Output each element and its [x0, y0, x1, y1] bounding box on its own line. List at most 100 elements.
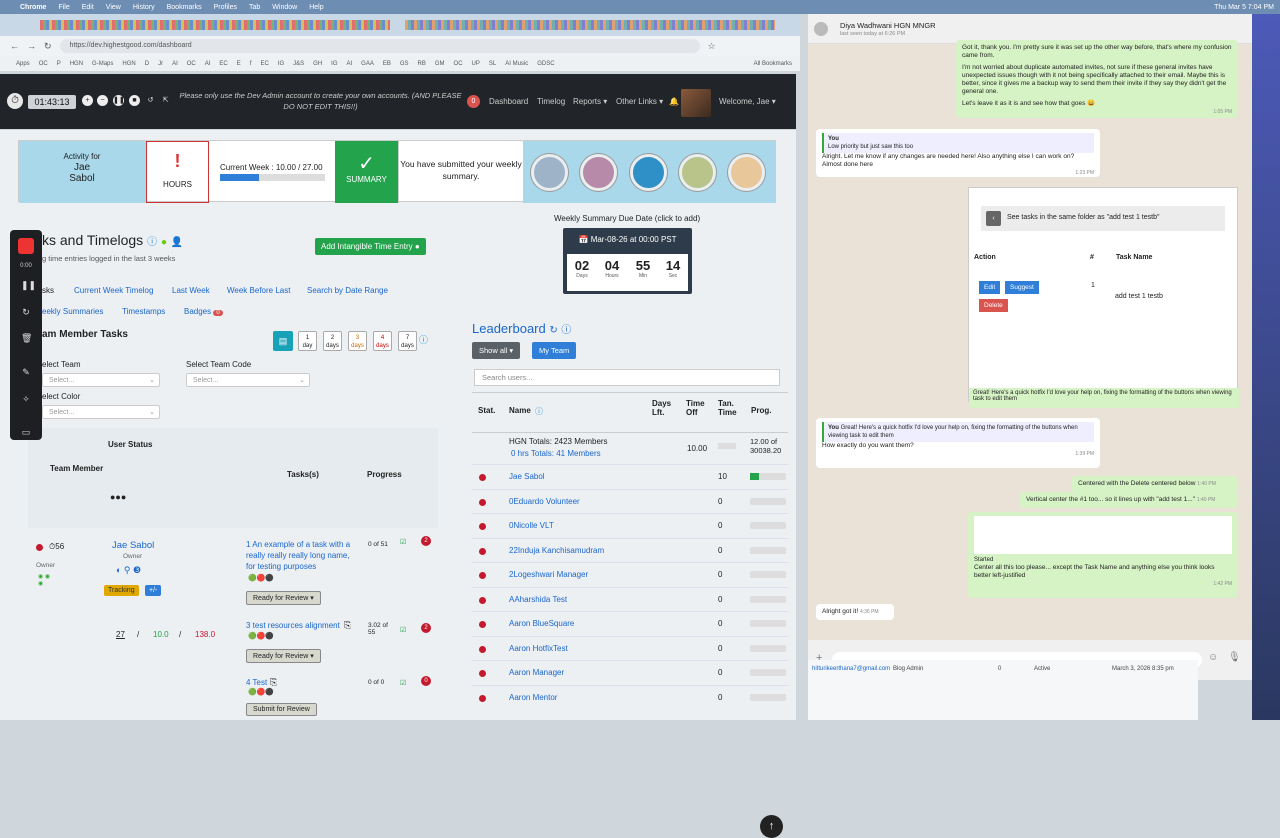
notification-count[interactable]: 0 — [467, 95, 480, 108]
my-team-button[interactable]: My Team — [532, 342, 577, 359]
leaderboard-member-link[interactable]: Aaron BlueSquare — [509, 619, 574, 628]
menubar-window[interactable]: Window — [272, 4, 297, 11]
timer-add-icon[interactable]: + — [82, 95, 93, 106]
badge-laurel-icon[interactable] — [679, 154, 716, 191]
nav-welcome[interactable]: Welcome, Jae ▾ — [719, 97, 776, 106]
bookmark-item[interactable]: IG — [331, 61, 337, 67]
task-status-icons[interactable]: 🟢🔴⚫ — [248, 688, 274, 696]
url-field[interactable]: https://dev.highestgood.com/dashboard — [59, 39, 700, 53]
camera-icon[interactable]: ▭ — [21, 427, 31, 437]
submit-for-review-button[interactable]: Submit for Review — [246, 703, 317, 716]
task-link-1[interactable]: 1 An example of a task with a really rea… — [246, 539, 356, 572]
timer-pause-icon[interactable]: ❚❚ — [113, 95, 125, 106]
add-intangible-time-button[interactable]: Add Intangible Time Entry ● — [315, 238, 426, 255]
menubar-edit[interactable]: Edit — [82, 4, 94, 11]
timer-stop-icon[interactable]: ■ — [129, 95, 140, 106]
days-1-button[interactable]: 1 day — [298, 331, 317, 351]
menubar-history[interactable]: History — [133, 4, 155, 11]
info-icon[interactable]: ⓘ — [535, 406, 543, 417]
pen-icon[interactable]: ✎ — [21, 367, 31, 377]
show-all-dropdown[interactable]: Show all ▾ — [472, 342, 521, 359]
task-link-2[interactable]: 3 test resources alignment — [246, 620, 346, 631]
restart-icon[interactable]: ↻ — [21, 307, 31, 317]
days-4-button[interactable]: 4 days — [373, 331, 392, 351]
tab-weekly-summaries[interactable]: eekly Summaries — [42, 307, 103, 316]
bookmark-item[interactable]: OC — [187, 61, 196, 67]
bookmark-item[interactable]: OC — [454, 61, 463, 67]
badges-strip[interactable] — [524, 141, 776, 203]
user-icon[interactable]: 👤 — [171, 237, 183, 248]
info-icon[interactable]: ⓘ — [561, 325, 571, 336]
timer-display[interactable]: 01:43:13 — [28, 95, 76, 109]
mic-icon[interactable]: 🎙 — [1228, 652, 1241, 663]
all-days-icon[interactable]: ▤ — [273, 331, 293, 351]
bookmark-item[interactable]: G-Maps — [92, 61, 113, 67]
refresh-icon[interactable]: ↻ — [549, 325, 557, 336]
badge-blue-square-icon[interactable] — [630, 154, 667, 191]
bookmark-item[interactable]: AI — [205, 61, 211, 67]
tab-search-by-date[interactable]: Search by Date Range — [307, 286, 388, 295]
timer-clock-icon[interactable]: ⏱ — [7, 93, 23, 109]
countdown-card[interactable]: 📅 Mar-08-26 at 00:00 PST 02 Days 04 Hours … — [563, 228, 692, 294]
task-check-icon[interactable]: ☑ — [400, 626, 406, 634]
avatar[interactable] — [681, 89, 711, 117]
ready-for-review-button-2[interactable]: Ready for Review ▾ — [246, 649, 321, 663]
leaderboard-member-link[interactable]: 22Induja Kanchisamudram — [509, 546, 604, 555]
nav-reports[interactable]: Reports ▾ — [573, 97, 607, 106]
browser-tab-strip[interactable] — [0, 14, 800, 36]
menubar-file[interactable]: File — [58, 4, 69, 11]
quoted-message[interactable]: You Low priority but just saw this too — [822, 133, 1094, 153]
zero-hrs-totals[interactable]: 0 hrs Totals: 41 Members — [511, 449, 601, 458]
hours-box[interactable]: ! HOURS — [146, 141, 209, 203]
contact-avatar[interactable] — [814, 22, 828, 36]
bookmark-item[interactable]: OC — [39, 61, 48, 67]
task-status-icons[interactable]: 🟢🔴⚫ — [248, 632, 274, 640]
ready-for-review-button-1[interactable]: Ready for Review ▾ — [246, 591, 321, 605]
bookmark-item[interactable]: HGN — [122, 61, 135, 67]
bookmark-item[interactable]: IG — [278, 61, 284, 67]
info-icon[interactable]: ⓘ — [147, 237, 157, 248]
bookmark-item[interactable]: GH — [313, 61, 322, 67]
tab-timestamps[interactable]: Timestamps — [122, 307, 165, 316]
summary-box[interactable]: ✓ SUMMARY — [335, 141, 399, 203]
effects-icon[interactable]: ✧ — [21, 394, 31, 404]
tab-last-week[interactable]: Last Week — [172, 286, 210, 295]
days-3-button[interactable]: 3 days — [348, 331, 367, 351]
star-icon[interactable]: ☆ — [708, 41, 716, 52]
leaderboard-member-link[interactable]: Aaron Manager — [509, 668, 564, 677]
leaderboard-member-link[interactable]: Jae Sabol — [509, 472, 545, 481]
pinned-tabs[interactable] — [40, 20, 390, 30]
bookmark-item[interactable]: Apps — [16, 61, 30, 67]
search-users-input[interactable]: Search users... — [474, 369, 780, 386]
days-2-button[interactable]: 2 days — [323, 331, 342, 351]
weekly-summary-due-label[interactable]: Weekly Summary Due Date (click to add) — [554, 214, 700, 223]
nav-other-links[interactable]: Other Links ▾ — [616, 97, 663, 106]
timer-reset-icon[interactable]: ↺ — [145, 95, 156, 106]
task-check-icon[interactable]: ☑ — [400, 679, 406, 687]
leaderboard-member-link[interactable]: Aaron HotfixTest — [509, 644, 568, 653]
tab-week-before-last[interactable]: Week Before Last — [227, 286, 290, 295]
badge-ribbon-icon[interactable] — [580, 154, 617, 191]
open-tabs[interactable] — [405, 20, 775, 30]
task-check-icon[interactable]: ☑ — [400, 538, 406, 546]
bookmark-item[interactable]: AI — [347, 61, 353, 67]
menubar-app[interactable]: Chrome — [20, 4, 46, 11]
bookmark-item[interactable]: EC — [260, 61, 268, 67]
bookmark-item[interactable]: RB — [418, 61, 426, 67]
tracking-button[interactable]: Tracking — [104, 585, 139, 596]
nav-dashboard[interactable]: Dashboard — [489, 97, 528, 106]
member-tool-icons[interactable]: ◐ ⚲ ❸ — [116, 565, 141, 576]
menubar-help[interactable]: Help — [309, 4, 323, 11]
pause-icon[interactable]: ❚❚ — [21, 280, 36, 290]
quoted-message[interactable]: You Great! Here's a quick hotfix I'd lov… — [822, 422, 1094, 442]
tab-current-week-timelog[interactable]: Current Week Timelog — [74, 286, 153, 295]
status-filter-icons[interactable]: ●●● — [110, 492, 126, 502]
record-stop-icon[interactable] — [18, 238, 34, 254]
bookmark-item[interactable]: D — [145, 61, 149, 67]
tab-badges[interactable]: Badges 0 — [184, 307, 223, 316]
col-name[interactable]: Name — [509, 406, 531, 415]
leaderboard-member-link[interactable]: Aaron Mentor — [509, 693, 557, 702]
task-status-icons[interactable]: 🟢🔴⚫ — [248, 574, 274, 582]
nav-timelog[interactable]: Timelog — [537, 97, 565, 106]
bookmark-item[interactable]: SL — [489, 61, 496, 67]
